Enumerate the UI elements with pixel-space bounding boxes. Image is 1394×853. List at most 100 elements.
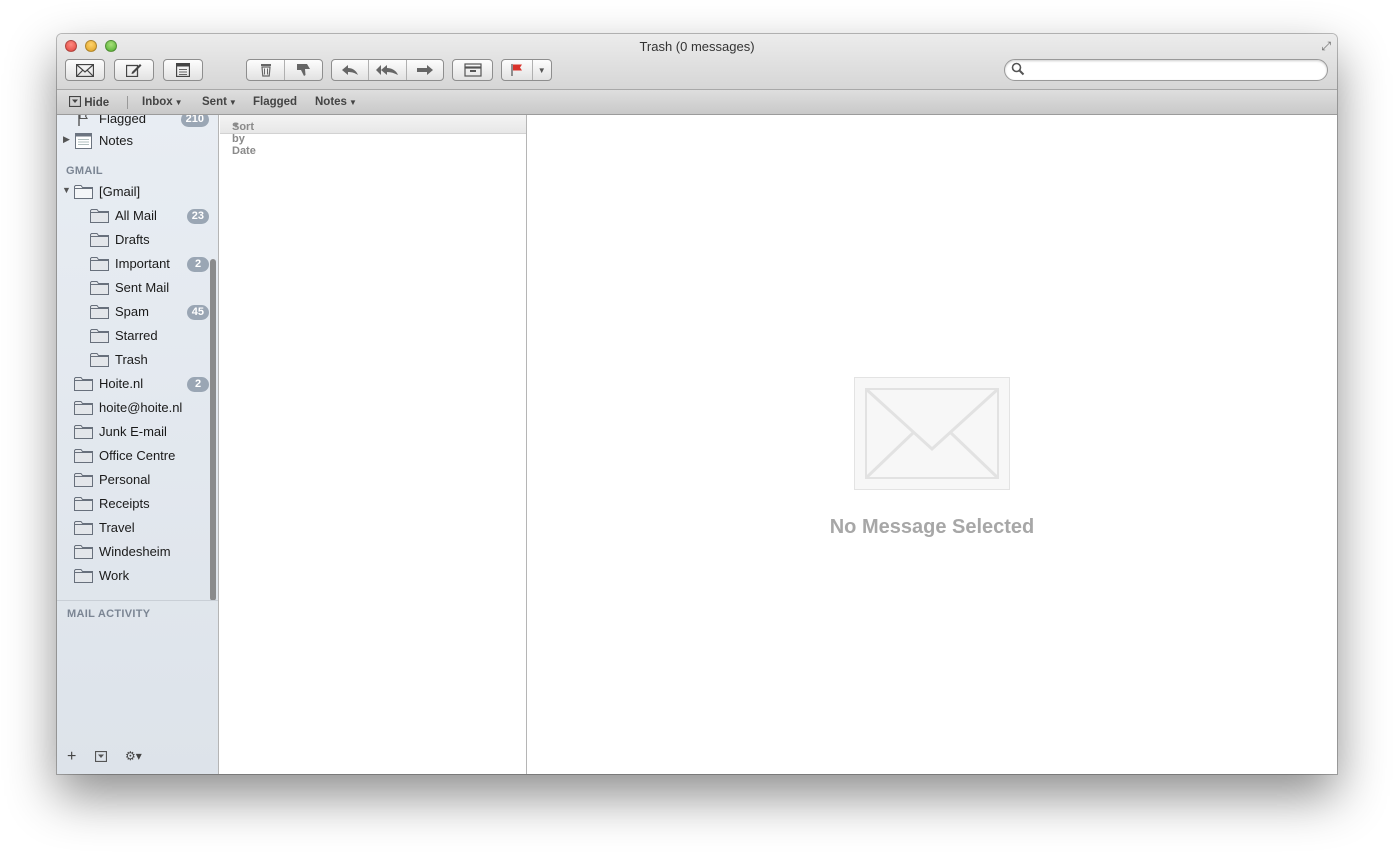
folder-icon	[90, 209, 109, 223]
sidebar-scrollbar[interactable]	[210, 259, 216, 601]
sidebar-item-label: Spam	[115, 304, 149, 319]
sidebar-item-label: Drafts	[115, 232, 150, 247]
action-menu-button[interactable]: ⚙▾	[125, 749, 142, 763]
disclosure-down-icon[interactable]: ▼	[62, 185, 71, 195]
reply-all-icon	[376, 65, 399, 75]
fav-notes-label: Notes	[315, 96, 347, 108]
sidebar-item-important[interactable]: Important 2	[57, 252, 218, 276]
sidebar-item-windesheim[interactable]: Windesheim	[57, 540, 218, 564]
disclosure-right-icon[interactable]: ▶	[63, 134, 70, 145]
sidebar-item-label: Starred	[115, 328, 158, 343]
sidebar-item-label: Office Centre	[99, 448, 176, 463]
message-viewer: No Message Selected	[528, 115, 1337, 774]
sidebar-item-label: Flagged	[99, 115, 146, 126]
folder-icon	[90, 329, 109, 343]
sidebar-item-label: Receipts	[99, 496, 150, 511]
hide-mailboxes-button[interactable]: Hide	[68, 95, 109, 109]
sidebar-item-all-mail[interactable]: All Mail 23	[57, 204, 218, 228]
reply-all-button[interactable]	[369, 60, 407, 80]
flag-button[interactable]	[502, 60, 533, 80]
hide-sidebar-icon	[94, 750, 108, 763]
sidebar-item-office-centre[interactable]: Office Centre	[57, 444, 218, 468]
chevron-down-icon: ▼	[174, 98, 183, 107]
flag-group: ▼	[501, 59, 552, 81]
sidebar-item-label: Work	[99, 568, 130, 583]
sidebar-item-label: Sent Mail	[115, 280, 170, 295]
fav-flagged[interactable]: Flagged	[253, 96, 297, 108]
thumbs-down-icon	[296, 64, 310, 76]
mailbox-sidebar: Flagged 210 ▶ Notes GMAIL ▼ [Gmail] All …	[57, 115, 219, 774]
folder-icon	[74, 521, 93, 535]
reply-button[interactable]	[332, 60, 370, 80]
sidebar-item-personal[interactable]: Personal	[57, 468, 218, 492]
sidebar-item-sent-mail[interactable]: Sent Mail	[57, 276, 218, 300]
sidebar-item-label: Important	[115, 256, 170, 271]
fav-sent-label: Sent	[202, 96, 227, 108]
fullscreen-icon[interactable]: ⤢	[1321, 39, 1331, 54]
chevron-down-icon: ▼	[228, 98, 237, 107]
sidebar-divider	[57, 600, 218, 601]
envelope-icon	[854, 377, 1010, 490]
sidebar-item-drafts[interactable]: Drafts	[57, 228, 218, 252]
hide-sidebar-icon	[68, 95, 82, 108]
add-mailbox-button[interactable]: +	[67, 748, 76, 766]
sidebar-item-label: [Gmail]	[99, 184, 141, 199]
folder-icon	[74, 497, 93, 511]
forward-button[interactable]	[407, 60, 443, 80]
folder-icon	[90, 305, 109, 319]
sidebar-item-label: Notes	[99, 133, 133, 148]
junk-button[interactable]	[285, 60, 322, 80]
fav-notes[interactable]: Notes ▼	[315, 96, 357, 108]
sidebar-item-junk-email[interactable]: Junk E-mail	[57, 420, 218, 444]
show-hide-button[interactable]	[94, 750, 108, 765]
delete-button[interactable]	[247, 60, 285, 80]
sidebar-item-receipts[interactable]: Receipts	[57, 492, 218, 516]
folder-icon	[90, 353, 109, 367]
folder-icon	[74, 569, 93, 583]
sidebar-item-gmail[interactable]: ▼ [Gmail]	[57, 180, 218, 204]
fav-sent[interactable]: Sent ▼	[202, 96, 237, 108]
sidebar-item-label: Travel	[99, 520, 135, 535]
folder-icon	[74, 377, 93, 391]
archive-button[interactable]	[452, 59, 493, 81]
message-list: Sort by Date ▼	[220, 115, 527, 774]
sidebar-item-label: Trash	[115, 352, 148, 367]
window-title: Trash (0 messages)	[639, 39, 755, 54]
sidebar-item-hoite-nl[interactable]: Hoite.nl 2	[57, 372, 218, 396]
compose-button[interactable]	[114, 59, 154, 81]
sidebar-item-hoite-email[interactable]: hoite@hoite.nl	[57, 396, 218, 420]
sidebar-item-label: Windesheim	[99, 544, 171, 559]
new-note-button[interactable]	[163, 59, 203, 81]
fav-inbox-label: Inbox	[142, 96, 173, 108]
chevron-down-icon: ▼	[537, 65, 546, 75]
flag-menu-button[interactable]: ▼	[533, 60, 551, 80]
sidebar-item-work[interactable]: Work	[57, 564, 218, 588]
get-mail-icon	[76, 63, 94, 77]
folder-icon	[74, 425, 93, 439]
sort-bar[interactable]: Sort by Date ▼	[220, 115, 526, 157]
search-icon	[1011, 62, 1025, 76]
archive-icon	[463, 63, 482, 77]
folder-icon	[74, 401, 93, 415]
forward-icon	[416, 65, 433, 75]
sidebar-item-trash[interactable]: Trash	[57, 348, 218, 372]
note-icon	[176, 63, 190, 77]
sidebar-item-label: Personal	[99, 472, 151, 487]
section-header-gmail: GMAIL	[66, 165, 103, 177]
sidebar-item-notes[interactable]: ▶ Notes	[57, 129, 218, 153]
get-mail-button[interactable]	[65, 59, 105, 81]
flag-icon	[78, 115, 88, 126]
sidebar-item-travel[interactable]: Travel	[57, 516, 218, 540]
folder-icon	[74, 185, 93, 199]
titlebar: Trash (0 messages) ⤢ ▼	[57, 34, 1337, 90]
sidebar-item-label: hoite@hoite.nl	[99, 400, 183, 415]
fav-inbox[interactable]: Inbox ▼	[142, 96, 183, 108]
reply-group	[331, 59, 444, 81]
sidebar-item-starred[interactable]: Starred	[57, 324, 218, 348]
search-field[interactable]	[1004, 59, 1328, 81]
sidebar-item-spam[interactable]: Spam 45	[57, 300, 218, 324]
sidebar-item-label: All Mail	[115, 208, 157, 223]
search-input[interactable]	[1029, 61, 1319, 79]
folder-icon	[74, 449, 93, 463]
folder-icon	[90, 233, 109, 247]
